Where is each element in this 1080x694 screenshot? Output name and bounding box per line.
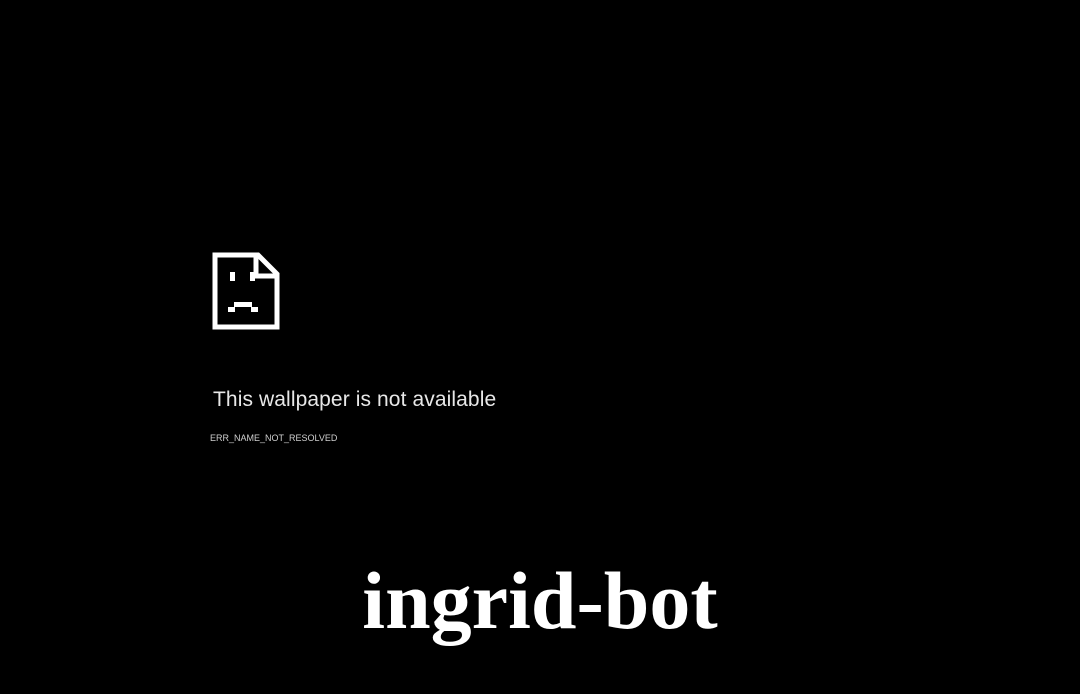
watermark-text: ingrid-bot <box>362 555 718 646</box>
sad-page-icon <box>212 252 280 330</box>
error-code: ERR_NAME_NOT_RESOLVED <box>210 433 338 443</box>
error-message: This wallpaper is not available <box>213 388 497 411</box>
error-page: This wallpaper is not available ERR_NAME… <box>0 0 1080 694</box>
